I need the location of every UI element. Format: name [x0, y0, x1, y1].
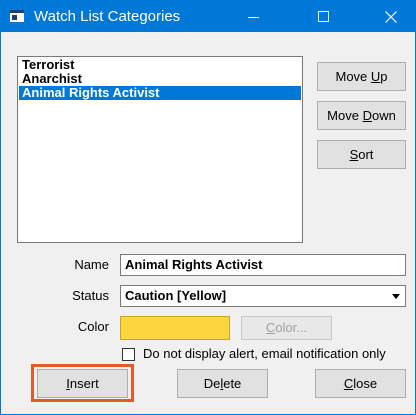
chevron-down-icon[interactable] — [388, 287, 404, 306]
maximize-icon — [318, 10, 329, 22]
close-label: Close — [343, 376, 378, 391]
color-label: Color — [77, 319, 109, 334]
list-item[interactable]: Terrorist — [19, 58, 301, 72]
window-title: Watch List Categories — [34, 8, 181, 25]
no-alert-checkbox-label: Do not display alert, email notification… — [143, 346, 386, 361]
maximize-button[interactable] — [301, 1, 347, 32]
no-alert-checkbox[interactable] — [122, 348, 135, 361]
move-down-label: Move Down — [327, 108, 396, 123]
delete-button[interactable]: Delete — [177, 369, 268, 398]
name-input[interactable]: Animal Rights Activist — [120, 254, 406, 276]
app-icon — [10, 10, 24, 22]
move-down-button[interactable]: Move Down — [317, 101, 406, 130]
status-select[interactable]: Caution [Yellow] — [120, 285, 406, 307]
close-window-button[interactable] — [368, 1, 414, 32]
name-label: Name — [74, 257, 109, 272]
list-item[interactable]: Anarchist — [19, 72, 301, 86]
status-label: Status — [72, 288, 109, 303]
close-icon — [385, 10, 397, 23]
insert-button-highlight — [31, 364, 134, 402]
move-up-button[interactable]: Move Up — [317, 62, 406, 91]
color-picker-button[interactable]: Color... — [241, 316, 332, 340]
sort-button[interactable]: Sort — [317, 140, 406, 169]
minimize-icon — [248, 16, 259, 18]
delete-label: Delete — [203, 376, 242, 391]
color-button-label: Color... — [265, 320, 308, 335]
sort-label: Sort — [349, 147, 374, 162]
close-button[interactable]: Close — [315, 369, 406, 398]
status-value: Caution [Yellow] — [125, 288, 227, 303]
move-up-label: Move Up — [335, 69, 388, 84]
minimize-button[interactable] — [231, 1, 277, 32]
category-listbox[interactable]: Terrorist Anarchist Animal Rights Activi… — [17, 56, 303, 243]
list-item-selected[interactable]: Animal Rights Activist — [19, 86, 301, 100]
color-swatch — [120, 316, 230, 340]
watch-list-categories-dialog: Watch List Categories Terrorist Anarchis… — [0, 0, 416, 415]
title-bar[interactable]: Watch List Categories — [1, 1, 415, 32]
